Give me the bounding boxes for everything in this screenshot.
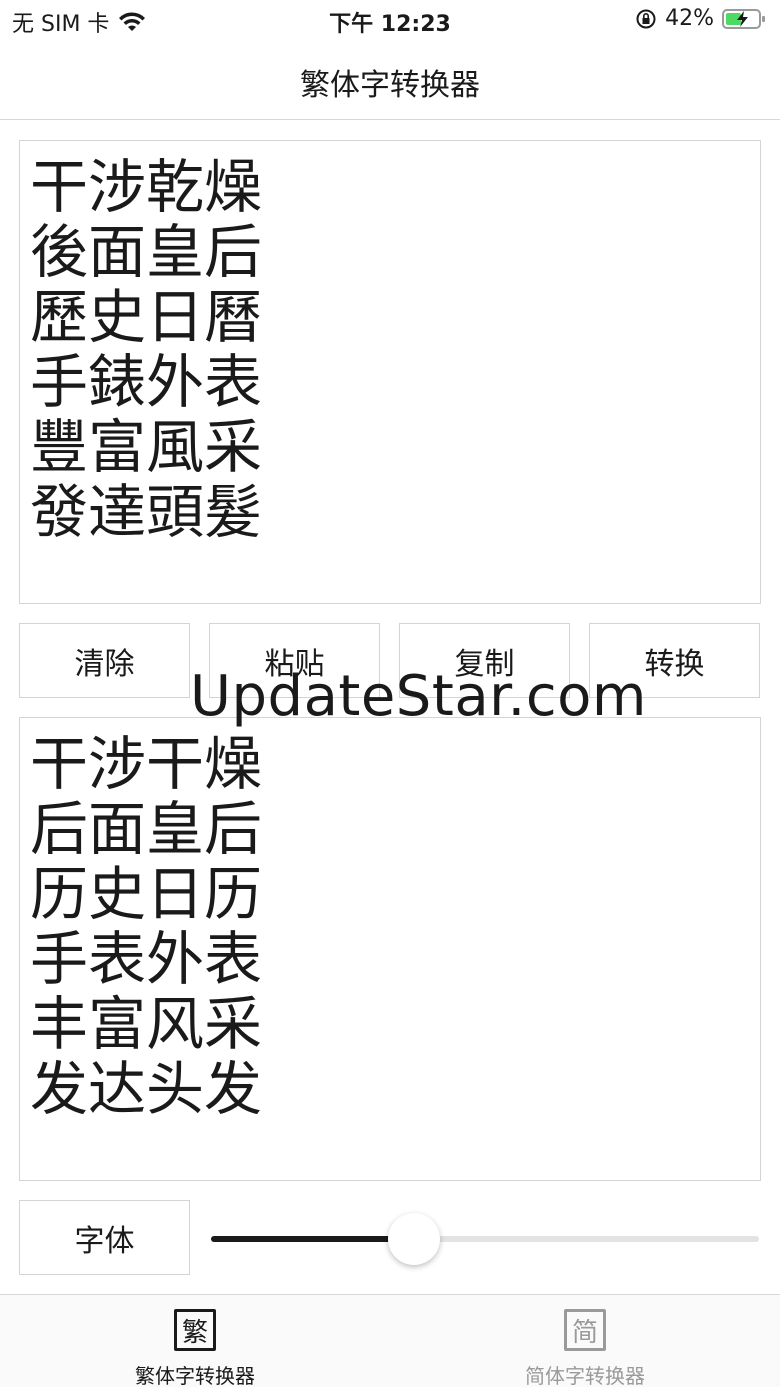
tab-label: 繁体字转换器 bbox=[135, 1364, 255, 1387]
traditional-input-textarea[interactable]: 干涉乾燥 後面皇后 歷史日曆 手錶外表 豐富風采 發達頭髮 bbox=[19, 140, 761, 604]
output-line: 历史日历 bbox=[30, 860, 263, 928]
battery-percent: 42% bbox=[665, 6, 714, 31]
simplified-char-icon: 简 bbox=[564, 1309, 606, 1351]
clear-button[interactable]: 清除 bbox=[19, 623, 190, 698]
status-bar: 无 SIM 卡 下午 12:23 42% bbox=[0, 0, 780, 40]
slider-fill bbox=[211, 1236, 414, 1242]
input-line: 發達頭髮 bbox=[30, 478, 263, 546]
battery-charging-icon bbox=[722, 8, 765, 29]
input-line: 手錶外表 bbox=[30, 348, 263, 416]
input-line: 干涉乾燥 bbox=[30, 153, 263, 221]
traditional-char-icon: 繁 bbox=[174, 1309, 216, 1351]
page-title: 繁体字转换器 bbox=[300, 68, 480, 103]
simplified-output-textarea[interactable]: 干涉干燥 后面皇后 历史日历 手表外表 丰富风采 发达头发 bbox=[19, 717, 761, 1181]
input-line: 歷史日曆 bbox=[30, 283, 263, 351]
input-line: 豐富風采 bbox=[30, 413, 263, 481]
output-line: 发达头发 bbox=[30, 1055, 263, 1123]
output-line: 丰富风采 bbox=[30, 990, 263, 1058]
tab-traditional-converter[interactable]: 繁 繁体字转换器 bbox=[0, 1295, 390, 1387]
tab-bar: 繁 繁体字转换器 简 简体字转换器 bbox=[0, 1294, 780, 1387]
output-line: 干涉干燥 bbox=[30, 730, 263, 798]
input-line: 後面皇后 bbox=[30, 218, 263, 286]
font-button[interactable]: 字体 bbox=[19, 1200, 190, 1275]
tab-label: 简体字转换器 bbox=[525, 1364, 645, 1387]
nav-bar: 繁体字转换器 bbox=[0, 40, 780, 120]
status-right: 42% bbox=[635, 6, 766, 31]
output-line: 后面皇后 bbox=[30, 795, 263, 863]
rotation-lock-icon bbox=[636, 9, 656, 28]
font-size-slider[interactable] bbox=[211, 1212, 759, 1265]
slider-thumb[interactable] bbox=[387, 1213, 440, 1265]
watermark-text: UpdateStar.com bbox=[190, 664, 647, 729]
output-line: 手表外表 bbox=[30, 925, 263, 993]
tab-simplified-converter[interactable]: 简 简体字转换器 bbox=[390, 1295, 780, 1387]
